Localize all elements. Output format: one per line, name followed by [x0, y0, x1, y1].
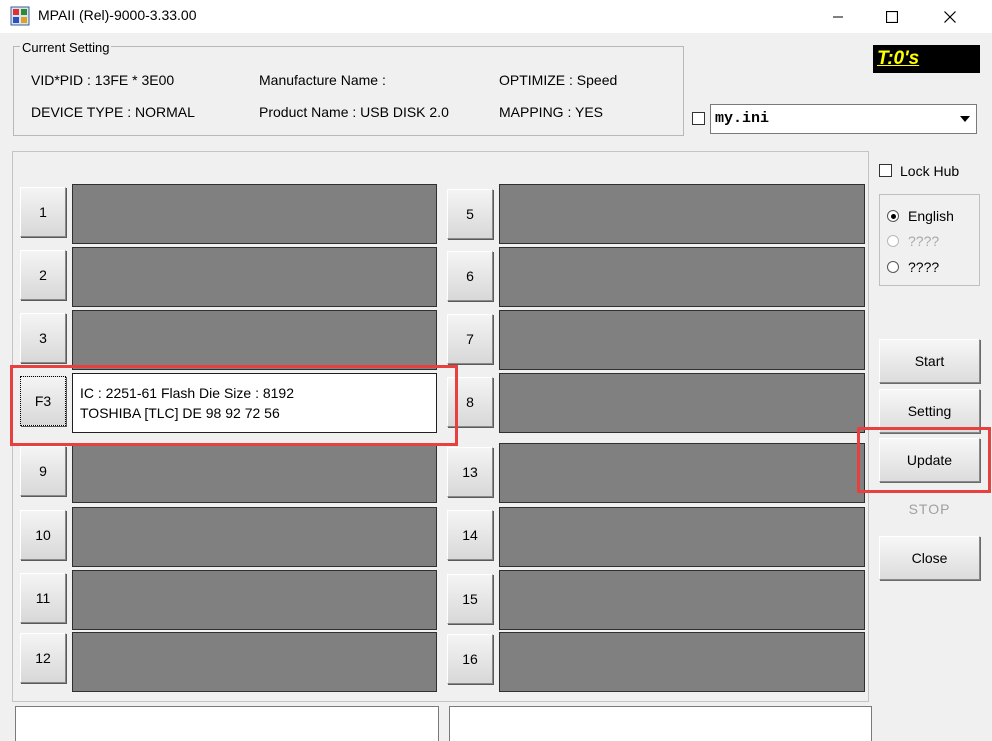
status-box-left — [15, 706, 439, 741]
status-box-right — [449, 706, 872, 741]
chevron-down-icon[interactable] — [955, 106, 975, 132]
port-button-14[interactable]: 14 — [447, 510, 493, 560]
language-label-english: English — [908, 208, 954, 224]
optimize-label: OPTIMIZE : Speed — [499, 72, 618, 88]
vid-pid-label: VID*PID : 13FE * 3E00 — [31, 72, 175, 88]
radio-language-2[interactable] — [887, 235, 899, 247]
port-status-1 — [72, 184, 437, 244]
port-button-5[interactable]: 5 — [447, 189, 493, 239]
port-status-13 — [499, 443, 865, 503]
language-label-2: ???? — [908, 233, 940, 249]
ini-checkbox[interactable] — [692, 112, 705, 125]
timer-text: T:0's — [877, 48, 920, 69]
port-status-8 — [499, 373, 865, 433]
port-status-2 — [72, 247, 437, 307]
port-button-9[interactable]: 9 — [20, 446, 66, 496]
product-name-label: Product Name : USB DISK 2.0 — [259, 104, 449, 120]
port-status-7 — [499, 310, 865, 370]
language-label-3: ???? — [908, 259, 940, 275]
maximize-icon[interactable] — [864, 0, 920, 33]
device-type-label: DEVICE TYPE : NORMAL — [31, 104, 195, 120]
window-title: MPAII (Rel)-9000-3.33.00 — [38, 7, 197, 23]
port-button-11[interactable]: 11 — [20, 573, 66, 623]
stop-button[interactable]: STOP — [879, 487, 980, 531]
port-button-12[interactable]: 12 — [20, 633, 66, 683]
port-status-6 — [499, 247, 865, 307]
close-icon[interactable] — [922, 0, 978, 33]
lock-hub-checkbox[interactable] — [879, 164, 892, 177]
radio-language-3[interactable] — [887, 261, 899, 273]
ini-value: my.ini — [715, 110, 770, 127]
current-setting-legend: Current Setting — [20, 40, 112, 55]
port-status-3 — [72, 310, 437, 370]
port-button-3[interactable]: 3 — [20, 313, 66, 363]
port-button-10[interactable]: 10 — [20, 510, 66, 560]
mapping-label: MAPPING : YES — [499, 104, 603, 120]
port-status-9 — [72, 443, 437, 503]
highlight-update-button — [857, 427, 991, 493]
port-button-1[interactable]: 1 — [20, 187, 66, 237]
start-button[interactable]: Start — [879, 339, 980, 383]
close-button[interactable]: Close — [879, 536, 980, 580]
port-status-16 — [499, 632, 865, 692]
highlight-active-port — [10, 365, 458, 446]
lock-hub-label: Lock Hub — [900, 163, 960, 179]
port-button-15[interactable]: 15 — [447, 574, 493, 624]
port-button-13[interactable]: 13 — [447, 447, 493, 497]
port-status-11 — [72, 570, 437, 630]
port-status-5 — [499, 184, 865, 244]
port-status-12 — [72, 632, 437, 692]
port-button-2[interactable]: 2 — [20, 250, 66, 300]
minimize-icon[interactable] — [810, 0, 866, 33]
radio-english[interactable] — [887, 210, 899, 222]
current-setting-group — [13, 46, 684, 136]
port-button-6[interactable]: 6 — [447, 251, 493, 301]
port-status-14 — [499, 507, 865, 567]
app-icon — [10, 6, 30, 26]
port-status-10 — [72, 507, 437, 567]
manufacture-name-label: Manufacture Name : — [259, 72, 386, 88]
port-status-15 — [499, 570, 865, 630]
port-button-7[interactable]: 7 — [447, 314, 493, 364]
port-button-16[interactable]: 16 — [447, 634, 493, 684]
